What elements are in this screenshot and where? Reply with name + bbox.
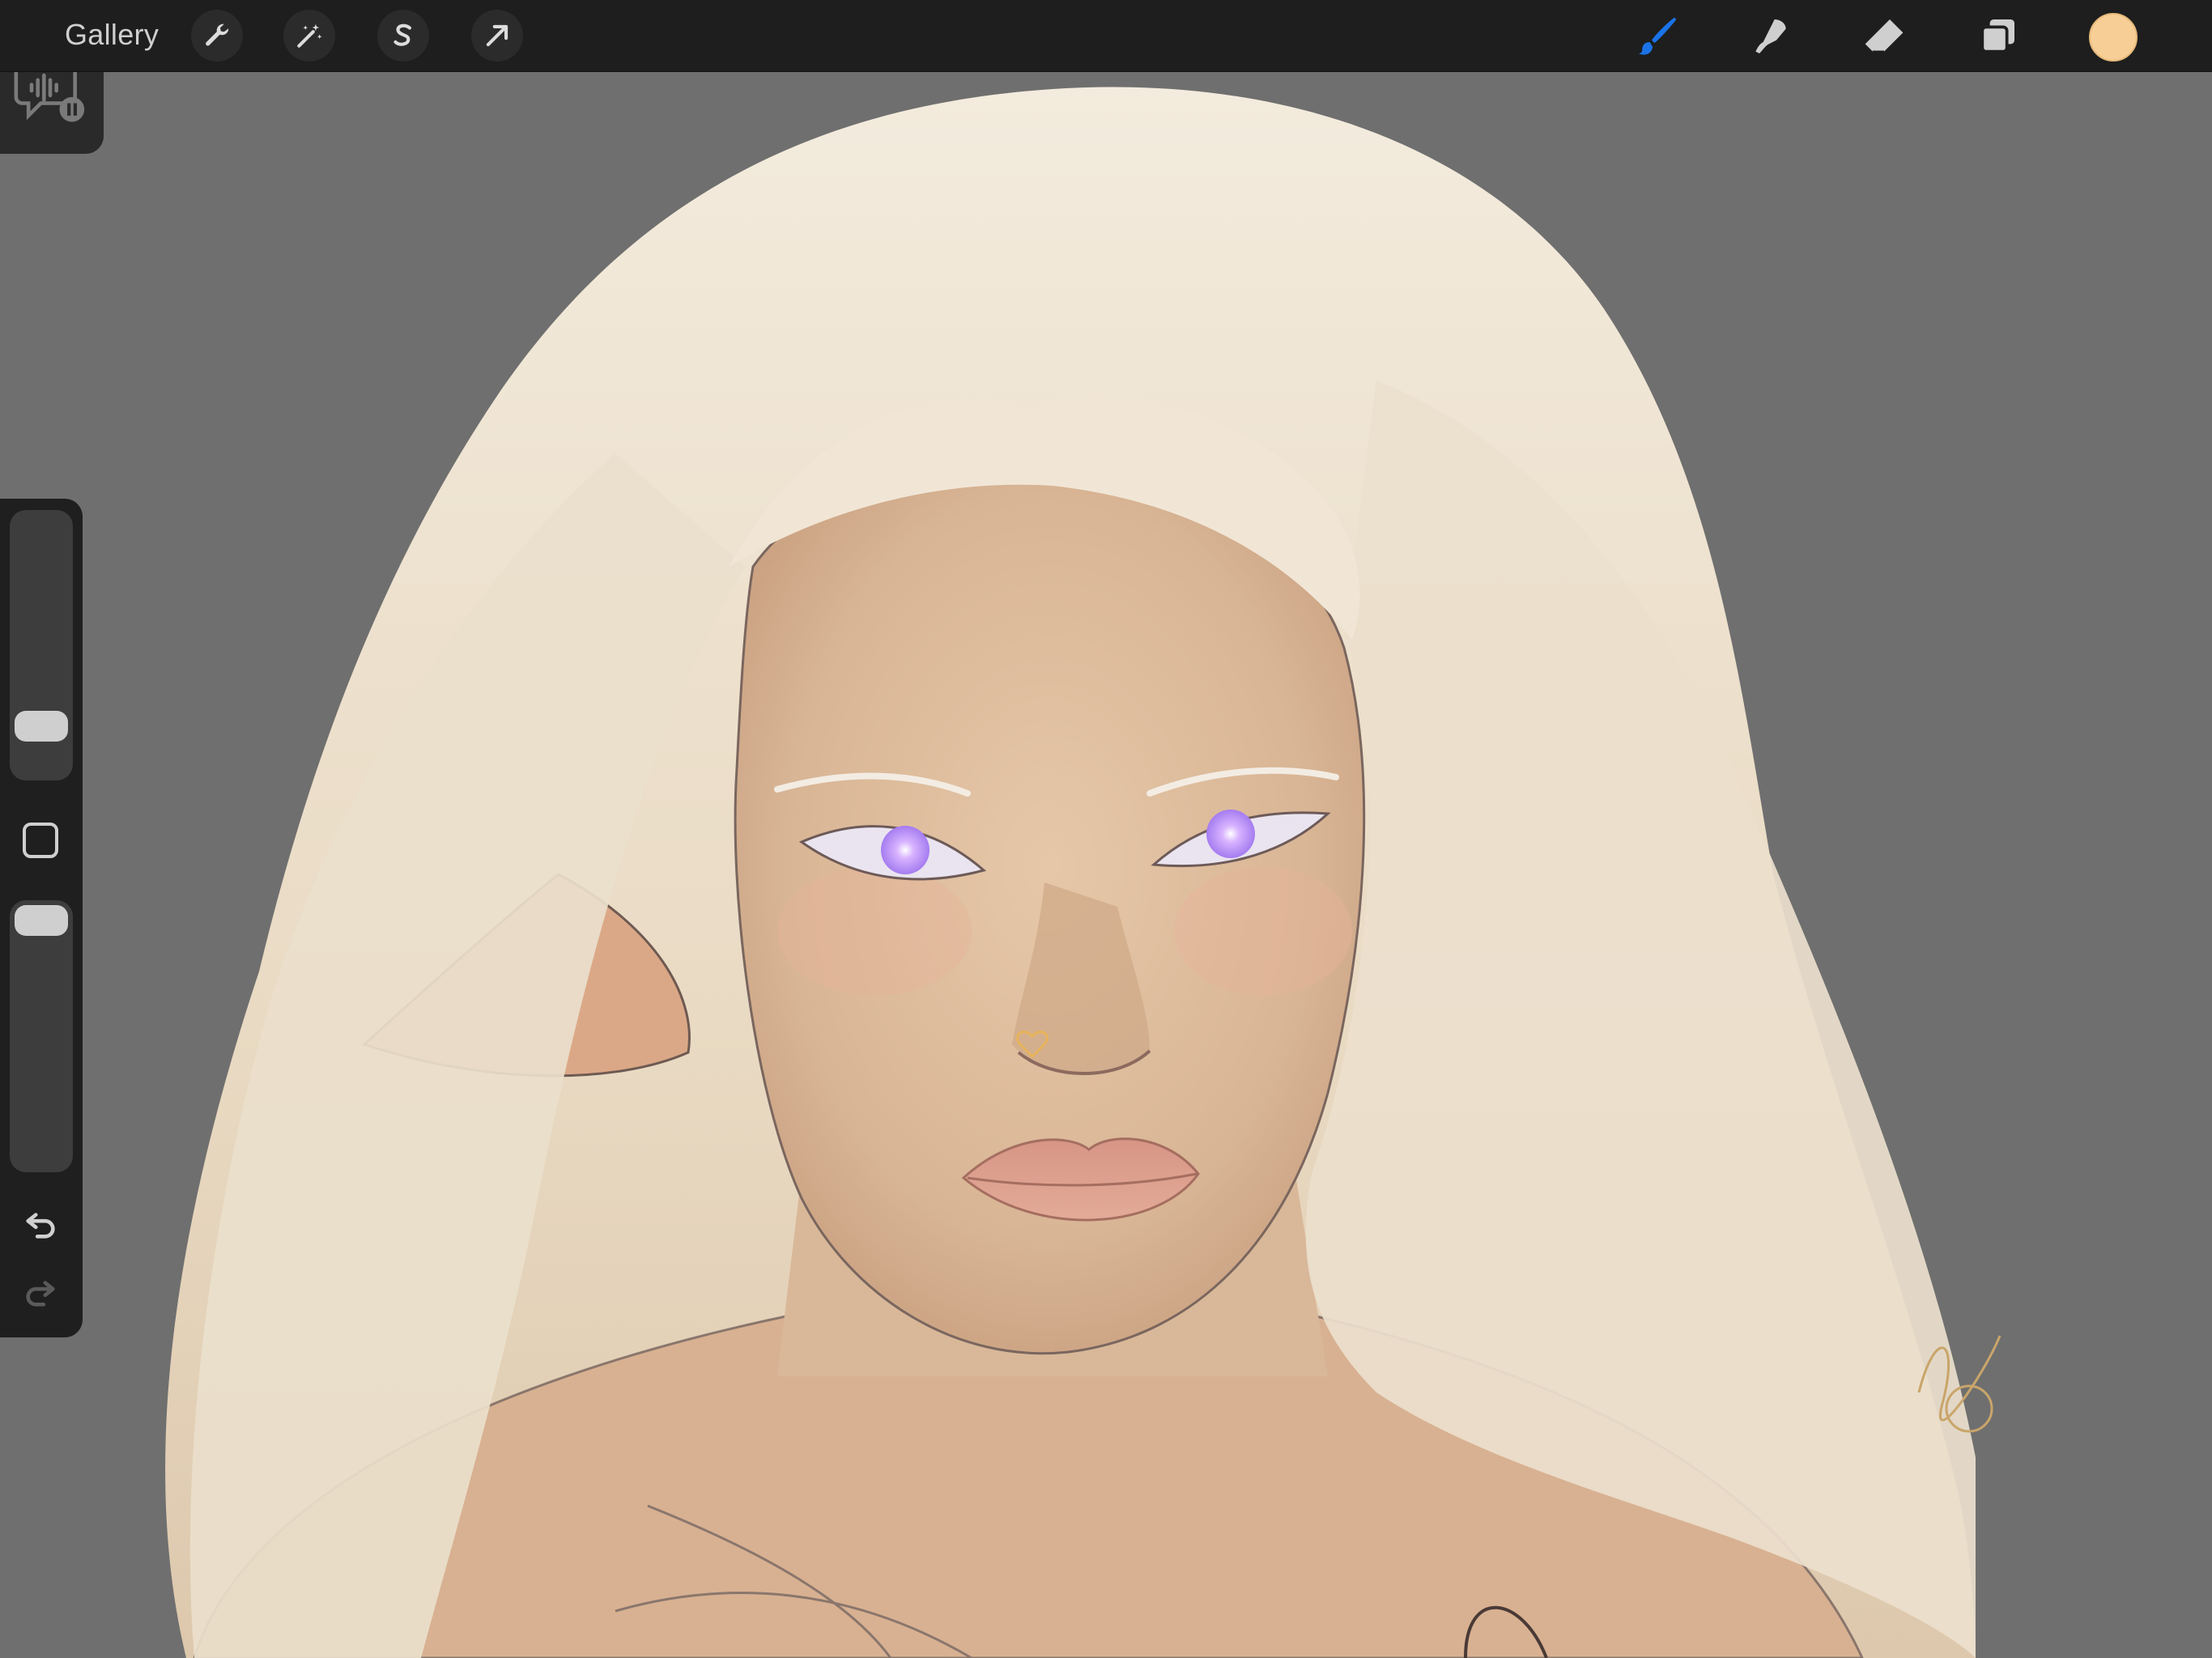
redo-arrow-icon[interactable] bbox=[18, 1269, 63, 1315]
opacity-thumb[interactable] bbox=[15, 905, 68, 936]
layers-icon[interactable] bbox=[1972, 11, 2023, 62]
smudge-icon[interactable] bbox=[1746, 11, 1796, 62]
opacity-slider[interactable] bbox=[10, 900, 73, 1172]
eraser-icon[interactable] bbox=[1859, 11, 1909, 62]
gallery-button[interactable]: Gallery bbox=[65, 18, 159, 52]
undo-arrow-icon[interactable] bbox=[18, 1201, 63, 1247]
square-icon[interactable] bbox=[23, 823, 58, 858]
adjustments-wand-icon[interactable] bbox=[283, 10, 335, 62]
artwork bbox=[165, 87, 2001, 1658]
brush-size-slider[interactable] bbox=[10, 510, 73, 780]
transform-arrow-icon[interactable] bbox=[471, 10, 523, 62]
procreate-app: Gallery bbox=[0, 0, 2212, 1658]
brush-icon[interactable] bbox=[1632, 11, 1682, 62]
selection-s-icon[interactable] bbox=[377, 10, 429, 62]
top-toolbar: Gallery bbox=[0, 0, 2212, 72]
actions-wrench-icon[interactable] bbox=[191, 10, 243, 62]
brush-size-thumb[interactable] bbox=[15, 711, 68, 742]
color-picker-swatch[interactable] bbox=[2089, 13, 2138, 62]
left-sidebar bbox=[0, 499, 83, 1337]
drawing-canvas[interactable] bbox=[0, 0, 2212, 1658]
